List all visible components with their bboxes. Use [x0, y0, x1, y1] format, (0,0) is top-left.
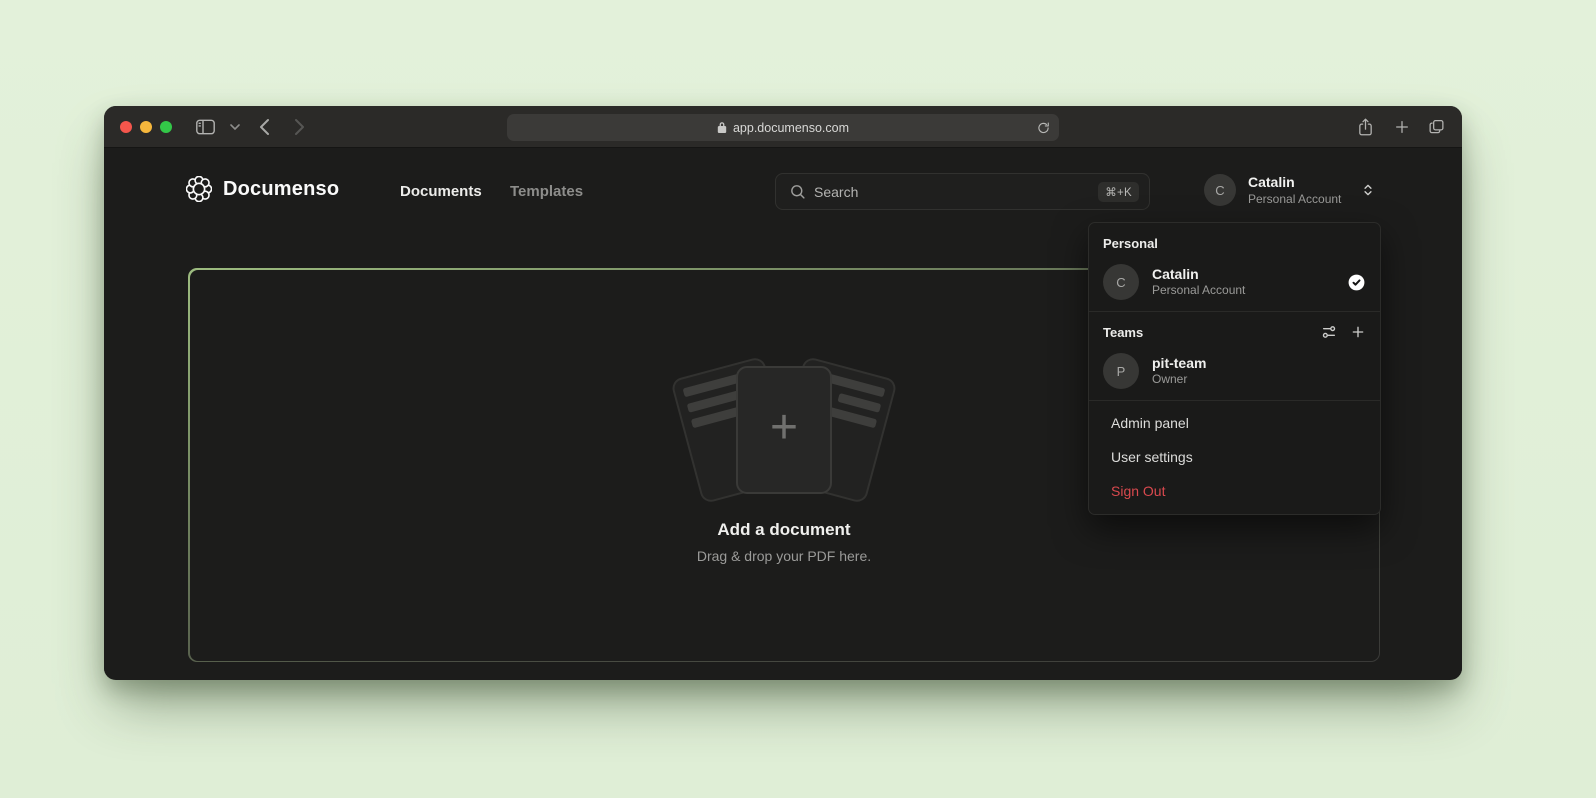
document-card-center: +	[736, 366, 832, 494]
menu-separator	[1089, 400, 1380, 401]
minimize-window-button[interactable]	[140, 121, 152, 133]
personal-account-name: Catalin	[1152, 265, 1245, 283]
brand-name: Documenso	[223, 178, 339, 201]
personal-account-meta: Personal Account	[1152, 283, 1245, 299]
nav-documents[interactable]: Documents	[400, 183, 482, 200]
close-window-button[interactable]	[120, 121, 132, 133]
search-icon	[789, 183, 806, 200]
documents-illustration: +	[669, 366, 899, 496]
browser-window: app.documenso.com	[104, 106, 1462, 680]
browser-toolbar: app.documenso.com	[104, 106, 1462, 148]
plus-icon: +	[770, 404, 798, 452]
desktop-background: app.documenso.com	[0, 0, 1596, 798]
account-menu-trigger[interactable]: C Catalin Personal Account	[1204, 174, 1375, 207]
nav-templates[interactable]: Templates	[510, 183, 583, 200]
dropzone-subtitle: Drag & drop your PDF here.	[697, 548, 871, 564]
dropzone-title: Add a document	[717, 520, 850, 540]
menu-item-admin-panel[interactable]: Admin panel	[1089, 406, 1380, 440]
search-input[interactable]	[776, 184, 1149, 200]
app-content: Documenso Documents Templates ⌘+K C Cata…	[104, 148, 1462, 679]
lock-icon	[717, 121, 727, 134]
avatar: C	[1204, 174, 1236, 206]
search-shortcut-badge: ⌘+K	[1098, 182, 1139, 202]
check-circle-icon	[1347, 273, 1366, 292]
manage-teams-icon[interactable]	[1321, 324, 1337, 340]
traffic-lights	[120, 121, 172, 133]
teams-section-header: Teams	[1089, 312, 1380, 349]
zoom-window-button[interactable]	[160, 121, 172, 133]
sidebar-chevron-down-icon[interactable]	[230, 123, 240, 130]
menu-item-sign-out[interactable]: Sign Out	[1089, 474, 1380, 508]
new-tab-icon[interactable]	[1394, 119, 1410, 135]
reload-icon[interactable]	[1037, 121, 1050, 135]
account-dropdown-menu: Personal C Catalin Personal Account	[1088, 222, 1381, 515]
url-text: app.documenso.com	[733, 121, 849, 135]
team-role: Owner	[1152, 372, 1206, 388]
address-bar[interactable]: app.documenso.com	[507, 114, 1059, 141]
personal-section-label: Personal	[1089, 223, 1380, 260]
account-name: Catalin	[1248, 174, 1341, 192]
teams-section-label: Teams	[1103, 325, 1143, 340]
avatar: C	[1103, 264, 1139, 300]
create-team-plus-icon[interactable]	[1350, 324, 1366, 340]
sidebar-toggle-icon[interactable]	[196, 119, 215, 134]
share-icon[interactable]	[1357, 117, 1374, 136]
account-type: Personal Account	[1248, 192, 1341, 207]
avatar: P	[1103, 353, 1139, 389]
brand[interactable]: Documenso	[186, 176, 339, 202]
tab-overview-icon[interactable]	[1428, 118, 1445, 135]
menu-item-user-settings[interactable]: User settings	[1089, 440, 1380, 474]
team-name: pit-team	[1152, 354, 1206, 372]
back-button[interactable]	[259, 118, 270, 135]
chevrons-up-down-icon	[1361, 182, 1375, 198]
documenso-logo-icon	[186, 176, 212, 202]
personal-account-item[interactable]: C Catalin Personal Account	[1089, 260, 1380, 311]
search-bar: ⌘+K	[775, 173, 1150, 210]
forward-button[interactable]	[294, 118, 305, 135]
team-item-pit-team[interactable]: P pit-team Owner	[1089, 349, 1380, 400]
